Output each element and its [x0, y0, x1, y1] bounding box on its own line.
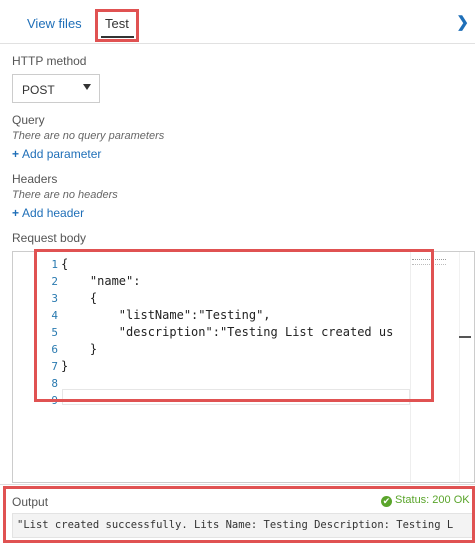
headers-empty-text: There are no headers: [12, 189, 118, 201]
annotation-highlight-editor: [34, 249, 434, 402]
annotation-highlight-output: [3, 486, 475, 543]
http-method-select[interactable]: POST: [12, 74, 100, 103]
scrollbar-track[interactable]: [459, 252, 460, 482]
scrollbar-thumb[interactable]: [459, 336, 471, 338]
plus-icon: +: [12, 147, 20, 161]
http-method-value: POST: [22, 83, 55, 97]
add-parameter-link[interactable]: + Add parameter: [12, 147, 101, 161]
chevron-down-icon: [83, 84, 91, 90]
tab-bar: View files Test ❯: [0, 0, 475, 44]
chevron-right-icon[interactable]: ❯: [456, 13, 469, 31]
annotation-highlight-tab: [95, 9, 139, 42]
tab-view-files[interactable]: View files: [27, 16, 82, 31]
query-empty-text: There are no query parameters: [12, 130, 165, 142]
add-parameter-label: Add parameter: [22, 147, 102, 161]
plus-icon: +: [12, 206, 20, 220]
query-label: Query: [12, 113, 45, 127]
headers-label: Headers: [12, 172, 58, 186]
add-header-label: Add header: [22, 206, 85, 220]
request-body-label: Request body: [12, 231, 87, 245]
http-method-label: HTTP method: [12, 54, 87, 68]
add-header-link[interactable]: + Add header: [12, 206, 84, 220]
